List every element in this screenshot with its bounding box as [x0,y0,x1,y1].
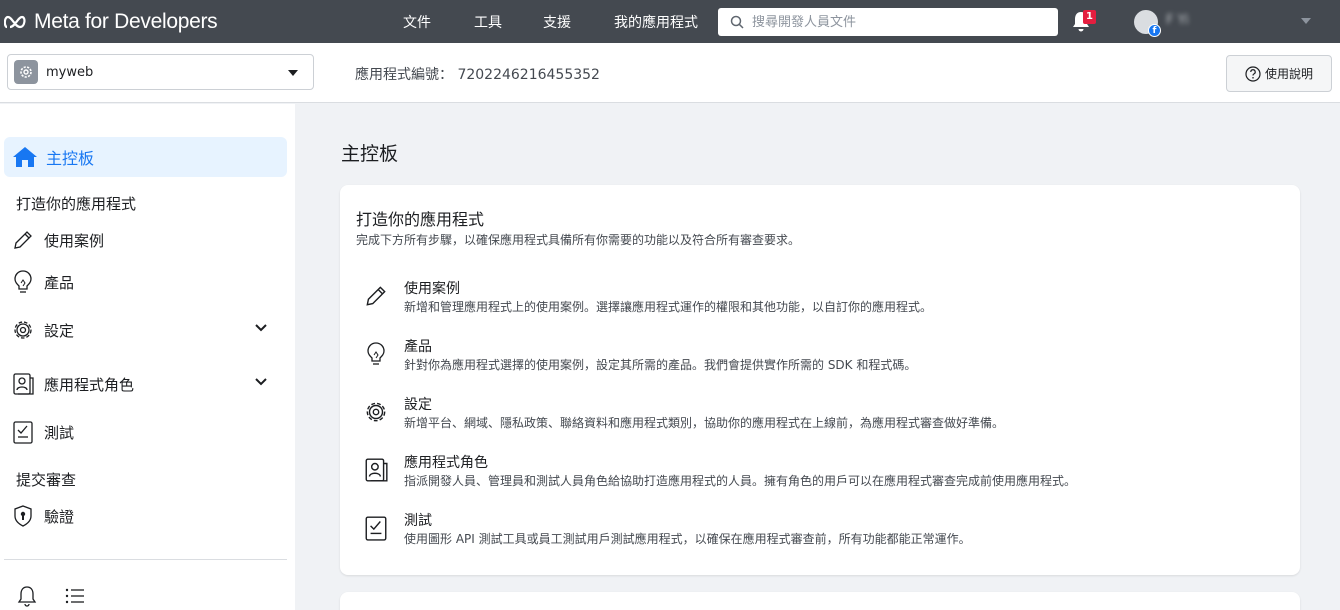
id-card-icon [365,458,388,482]
app-id: 應用程式編號： 7202246216455352 [355,67,600,83]
sidebar-item-app-roles[interactable]: 應用程式角色 [10,369,275,399]
search-icon [730,15,744,29]
card-title: 打造你的應用程式 [356,210,485,229]
step-settings[interactable]: 設定 新增平台、網域、隱私政策、聯絡資料和應用程式類別，協助你的應用程式在上線前… [362,394,1282,440]
chevron-down-icon[interactable] [255,378,267,386]
step-description: 針對你為應用程式選擇的使用案例，設定其所需的產品。我們會提供實作所需的 SDK … [404,358,917,372]
pencil-icon [14,231,32,249]
step-title[interactable]: 測試 [404,510,432,530]
app-name: myweb [46,64,94,80]
question-icon [1245,65,1261,82]
lightbulb-icon [14,270,32,293]
sidebar-divider [4,559,287,560]
sidebar-item-label: 驗證 [44,507,75,526]
notification-badge: 1 [1083,10,1096,24]
search-box[interactable] [718,8,1058,36]
sidebar-section-build: 打造你的應用程式 [16,195,137,213]
build-app-card: 打造你的應用程式 完成下方所有步驟，以確保應用程式具備所有你需要的功能以及符合所… [340,185,1300,575]
step-title[interactable]: 使用案例 [404,278,460,298]
sidebar: 主控板 打造你的應用程式 使用案例 產品 設定 應用程式角色 測試 提交審查 驗… [0,104,295,610]
app-gear-icon [14,60,38,84]
step-description: 新增平台、網域、隱私政策、聯絡資料和應用程式類別，協助你的應用程式在上線前，為應… [404,416,1005,430]
help-button[interactable]: 使用說明 [1226,55,1332,92]
avatar[interactable]: f [1134,10,1161,37]
nav-support[interactable]: 支援 [543,12,571,32]
step-title[interactable]: 產品 [404,336,432,356]
top-navbar: Meta for Developers 文件 工具 支援 我的應用程式 1 f … [0,0,1340,43]
gear-icon [366,402,386,422]
user-name[interactable]: F Yi [1166,13,1189,28]
step-description: 新增和管理應用程式上的使用案例。選擇讓應用程式運作的權限和其他功能，以自訂你的應… [404,300,933,314]
nav-tools[interactable]: 工具 [474,12,502,32]
caret-down-icon [288,70,298,76]
step-description: 使用圖形 API 測試工具或員工測試用戶測試應用程式，以確保在應用程式審查前，所… [404,532,971,546]
step-use-cases[interactable]: 使用案例 新增和管理應用程式上的使用案例。選擇讓應用程式運作的權限和其他功能，以… [362,278,1282,324]
list-icon[interactable] [63,584,87,608]
step-testing[interactable]: 測試 使用圖形 API 測試工具或員工測試用戶測試應用程式，以確保在應用程式審查… [362,510,1282,556]
chevron-down-icon[interactable] [255,324,267,332]
gear-icon [14,321,32,339]
sidebar-item-dashboard[interactable]: 主控板 [4,137,287,177]
sidebar-item-label: 使用案例 [44,231,105,250]
help-label: 使用說明 [1264,67,1313,81]
pencil-icon [366,286,386,306]
sidebar-item-settings[interactable]: 設定 [10,315,275,345]
logo-text: Meta for Developers [34,10,218,33]
page-title: 主控板 [341,143,399,165]
lightbulb-icon [367,342,385,365]
caret-down-icon[interactable] [1300,17,1312,25]
sidebar-item-label: 測試 [44,423,75,442]
sidebar-item-use-cases[interactable]: 使用案例 [10,225,275,255]
checklist-icon [365,516,387,541]
notification-bell-icon[interactable] [15,584,39,608]
sidebar-item-testing[interactable]: 測試 [10,417,275,447]
step-products[interactable]: 產品 針對你為應用程式選擇的使用案例，設定其所需的產品。我們會提供實作所需的 S… [362,336,1282,382]
home-icon [13,147,37,167]
next-card [340,592,1300,610]
card-subtitle: 完成下方所有步驟，以確保應用程式具備所有你需要的功能以及符合所有審查要求。 [356,233,801,247]
meta-logo[interactable]: Meta for Developers [4,10,218,34]
facebook-icon: f [1148,24,1161,37]
search-input[interactable] [752,14,1042,30]
step-app-roles[interactable]: 應用程式角色 指派開發人員、管理員和測試人員角色給協助打造應用程式的人員。擁有角… [362,452,1282,498]
step-title[interactable]: 應用程式角色 [404,452,488,472]
sidebar-item-label: 主控板 [46,149,95,168]
id-card-icon [13,373,34,395]
nav-my-apps[interactable]: 我的應用程式 [614,12,698,32]
meta-infinity-icon [4,15,26,29]
shield-icon [14,505,32,527]
nav-docs[interactable]: 文件 [403,12,431,32]
checklist-icon [13,421,33,444]
sidebar-item-products[interactable]: 產品 [10,267,275,297]
sidebar-item-label: 設定 [44,321,75,340]
app-selector[interactable]: myweb [7,54,314,90]
sidebar-item-label: 產品 [44,273,75,292]
sidebar-item-label: 應用程式角色 [44,375,135,394]
sidebar-section-submit: 提交審查 [16,471,77,489]
app-bar: myweb 應用程式編號： 7202246216455352 使用說明 [0,43,1340,103]
step-description: 指派開發人員、管理員和測試人員角色給協助打造應用程式的人員。擁有角色的用戶可以在… [404,474,1077,488]
step-title[interactable]: 設定 [404,394,432,414]
sidebar-item-verification[interactable]: 驗證 [10,501,275,531]
